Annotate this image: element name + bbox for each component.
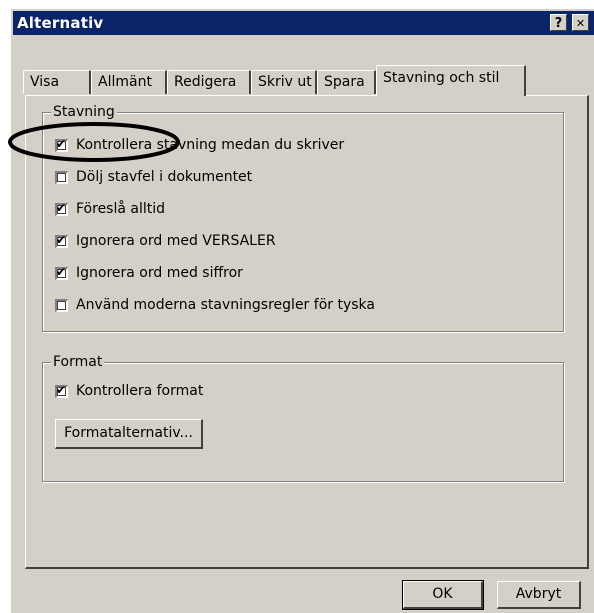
- checkbox-label: Kontrollera format: [76, 383, 204, 399]
- tab-stavning-och-stil[interactable]: Stavning och stil: [376, 65, 526, 96]
- ignore-uppercase-words[interactable]: Ignorera ord med VERSALER: [55, 233, 276, 249]
- title-bar[interactable]: Alternativ ? ✕: [13, 11, 594, 35]
- checkbox-label: Använd moderna stavningsregler för tyska: [76, 297, 375, 313]
- format-group: Format Kontrollera format Formatalternat…: [42, 354, 564, 482]
- options-dialog: Alternativ ? ✕ Visa Allmänt Redigera Skr…: [10, 8, 594, 613]
- checkbox-label: Ignorera ord med VERSALER: [76, 233, 276, 249]
- tab-panel: Stavning Kontrollera stavning medan du s…: [25, 95, 589, 569]
- check-format[interactable]: Kontrollera format: [55, 383, 203, 399]
- tab-label: Stavning och stil: [383, 70, 500, 86]
- format-options-button[interactable]: Formatalternativ...: [55, 419, 203, 449]
- hide-spelling-errors[interactable]: Dölj stavfel i dokumentet: [55, 169, 252, 185]
- ignore-words-with-numbers[interactable]: Ignorera ord med siffror: [55, 265, 243, 281]
- checkbox[interactable]: [55, 383, 68, 398]
- tab-visa[interactable]: Visa: [23, 70, 91, 94]
- tab-label: Skriv ut: [258, 74, 312, 90]
- checkbox-label: Dölj stavfel i dokumentet: [76, 169, 253, 185]
- checkbox[interactable]: [55, 170, 68, 184]
- close-button[interactable]: ✕: [572, 14, 589, 31]
- tab-spara[interactable]: Spara: [317, 70, 376, 94]
- spelling-group-label: Stavning: [51, 104, 117, 120]
- checkbox-label: Föreslå alltid: [76, 201, 166, 217]
- tab-label: Visa: [30, 74, 60, 90]
- checkbox[interactable]: [55, 233, 68, 248]
- tab-label: Redigera: [174, 74, 237, 90]
- german-post-reform-rules[interactable]: Använd moderna stavningsregler för tyska: [55, 297, 375, 313]
- tab-allmant[interactable]: Allmänt: [91, 70, 167, 94]
- checkbox-label: Kontrollera stavning medan du skriver: [76, 137, 345, 153]
- checkbox-label: Ignorera ord med siffror: [76, 265, 243, 281]
- tab-redigera[interactable]: Redigera: [167, 70, 251, 94]
- cancel-button[interactable]: Avbryt: [497, 581, 581, 609]
- help-button[interactable]: ?: [550, 14, 567, 31]
- spelling-group: Stavning Kontrollera stavning medan du s…: [42, 104, 564, 332]
- checkbox[interactable]: [55, 137, 68, 152]
- checkbox[interactable]: [55, 298, 68, 312]
- always-suggest[interactable]: Föreslå alltid: [55, 201, 165, 217]
- checkbox[interactable]: [55, 265, 68, 280]
- tab-label: Allmänt: [98, 74, 152, 90]
- ok-button[interactable]: OK: [402, 580, 484, 610]
- check-spelling-as-you-type[interactable]: Kontrollera stavning medan du skriver: [55, 137, 344, 153]
- dialog-title: Alternativ: [17, 14, 104, 32]
- format-group-label: Format: [51, 354, 105, 370]
- tab-skriv-ut[interactable]: Skriv ut: [251, 70, 317, 94]
- tab-label: Spara: [324, 74, 365, 90]
- checkbox[interactable]: [55, 201, 68, 216]
